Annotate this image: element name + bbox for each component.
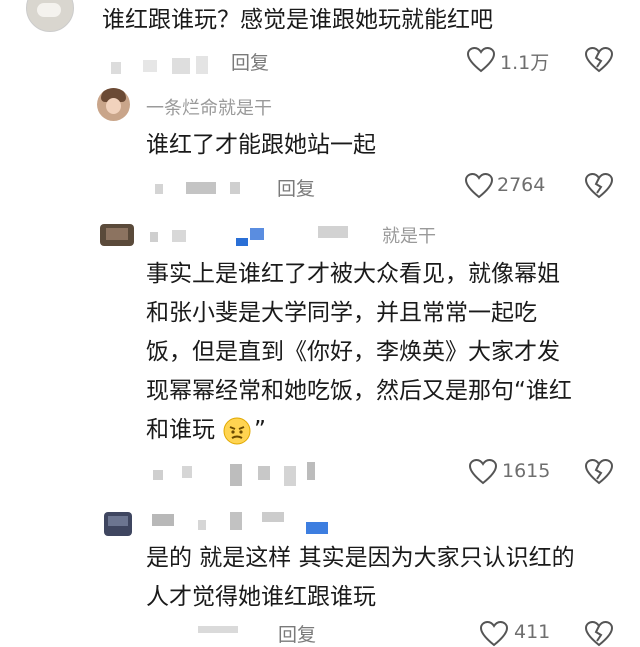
blurred-meta <box>307 462 315 480</box>
blurred-username <box>318 226 348 238</box>
blurred-meta <box>143 60 157 72</box>
blurred-username <box>230 512 242 530</box>
comment-text-line: 人才觉得她谁红跟谁玩 <box>146 584 376 610</box>
blurred-username <box>198 520 206 530</box>
broken-heart-icon[interactable] <box>585 173 613 199</box>
broken-heart-icon[interactable] <box>585 459 613 485</box>
comment-text-line: 事实上是谁红了才被大众看见，就像幂姐 <box>146 261 560 287</box>
reply-button[interactable]: 回复 <box>277 174 315 201</box>
blurred-username <box>236 238 248 246</box>
username[interactable]: 就是干 <box>382 222 436 248</box>
blurred-meta <box>230 182 240 194</box>
blurred-meta <box>258 466 270 480</box>
blurred-meta <box>153 470 163 480</box>
blurred-meta <box>198 626 238 633</box>
comment-text-line: 饭，但是直到《你好，李焕英》大家才发 <box>146 339 560 365</box>
blurred-meta <box>111 62 121 74</box>
blurred-username <box>262 512 284 522</box>
comment-text-line: ” <box>254 417 266 443</box>
heart-outline-icon[interactable] <box>467 47 495 73</box>
like-count: 1615 <box>502 460 551 482</box>
comment-text: 谁红跟谁玩？感觉是谁跟她玩就能红吧 <box>102 7 493 33</box>
blurred-meta <box>230 464 242 486</box>
blurred-username <box>250 228 264 240</box>
heart-outline-icon[interactable] <box>469 459 497 485</box>
blurred-username <box>172 230 186 242</box>
comment-text-line: 和谁玩 <box>146 417 215 443</box>
blurred-meta <box>172 58 190 74</box>
heart-outline-icon[interactable] <box>465 173 493 199</box>
blurred-meta <box>284 466 296 486</box>
reply-button[interactable]: 回复 <box>231 48 269 75</box>
comment-text-line: 是的 就是这样 其实是因为大家只认识红的 <box>146 545 575 571</box>
username[interactable]: 一条烂命就是干 <box>146 94 272 120</box>
like-count: 2764 <box>497 174 546 196</box>
blurred-username <box>306 522 328 534</box>
comment-text-line: 现幂幂经常和她吃饭，然后又是那句“谁红 <box>146 378 572 404</box>
blurred-meta <box>196 56 208 74</box>
blurred-username <box>150 232 158 242</box>
avatar[interactable] <box>97 88 130 121</box>
blurred-meta <box>155 184 163 194</box>
comment-text: 谁红了才能跟她站一起 <box>146 132 376 158</box>
avatar[interactable] <box>26 0 74 32</box>
like-count: 1.1万 <box>500 52 550 74</box>
blurred-meta <box>186 182 216 194</box>
broken-heart-icon[interactable] <box>585 47 613 73</box>
heart-outline-icon[interactable] <box>480 621 508 647</box>
broken-heart-icon[interactable] <box>585 621 613 647</box>
comment-text-line: 和张小斐是大学同学，并且常常一起吃 <box>146 300 537 326</box>
like-count: 411 <box>514 621 551 643</box>
blurred-meta <box>182 466 192 478</box>
avatar[interactable] <box>104 512 132 536</box>
annoyed-face-emoji <box>223 417 251 445</box>
blurred-username <box>152 514 174 526</box>
avatar[interactable] <box>100 224 134 246</box>
reply-button[interactable]: 回复 <box>278 620 316 647</box>
